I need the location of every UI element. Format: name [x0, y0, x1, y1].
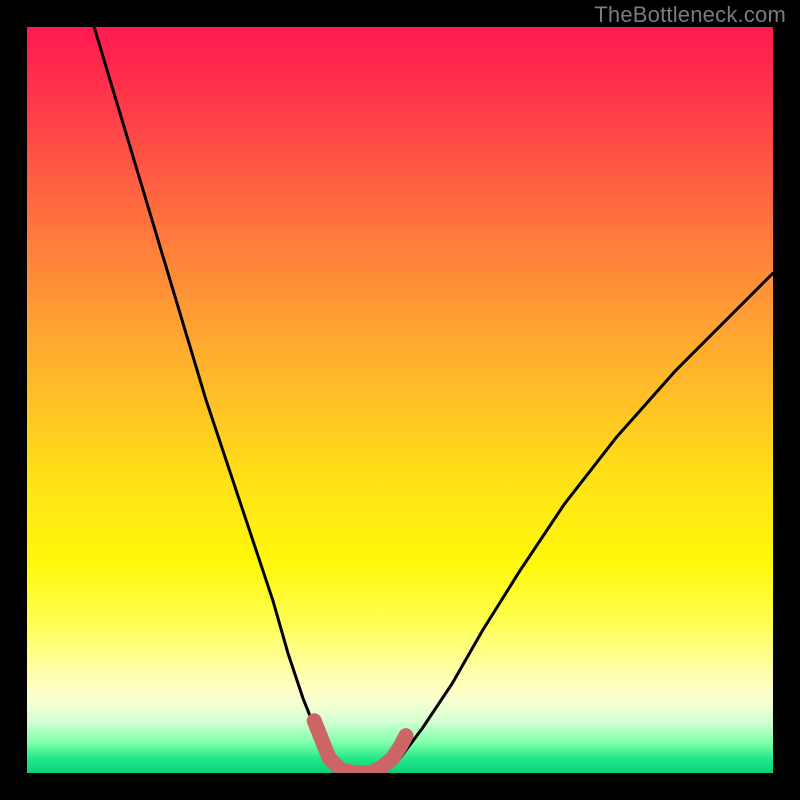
plot-area [27, 27, 773, 773]
bottleneck-curve [94, 27, 773, 773]
curve-layer [27, 27, 773, 773]
watermark-text: TheBottleneck.com [594, 2, 786, 28]
chart-frame: TheBottleneck.com [0, 0, 800, 800]
optimal-zone-highlight [314, 721, 406, 773]
